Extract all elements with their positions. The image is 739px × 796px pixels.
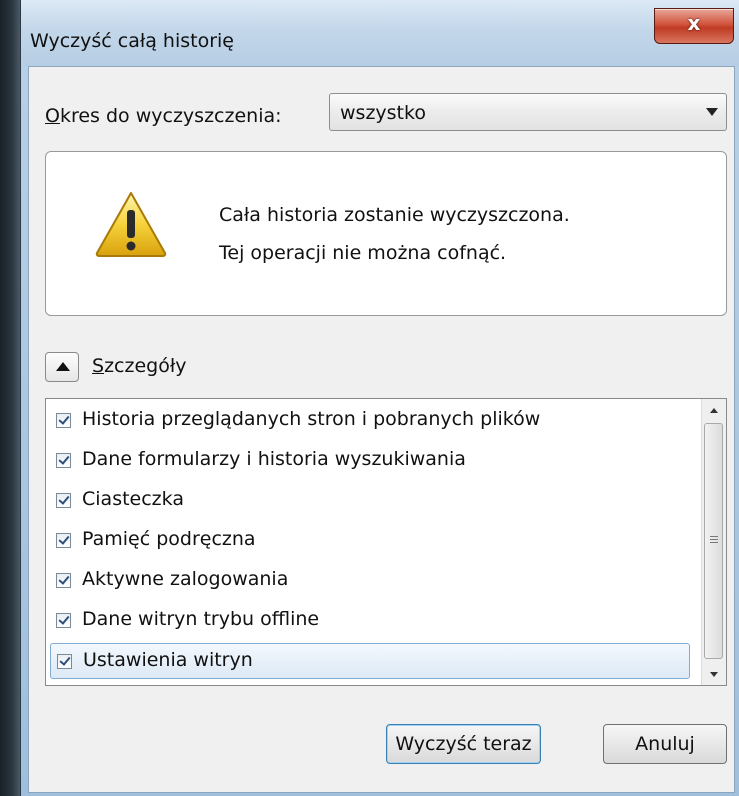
list-item-site-preferences[interactable]: Ustawienia witryn bbox=[50, 643, 690, 679]
period-label: Okres do wyczyszczenia: bbox=[45, 105, 282, 127]
details-label-accesskey: S bbox=[92, 355, 105, 377]
item-label: Ustawienia witryn bbox=[83, 649, 253, 671]
item-label: Historia przeglądanych stron i pobranych… bbox=[82, 408, 541, 430]
checkbox[interactable] bbox=[56, 613, 71, 628]
period-label-accesskey: O bbox=[45, 105, 60, 127]
items-list: Historia przeglądanych stron i pobranych… bbox=[45, 398, 727, 686]
clear-now-button[interactable]: Wyczyść teraz bbox=[386, 724, 541, 764]
period-select[interactable]: wszystko bbox=[329, 93, 727, 131]
cancel-button[interactable]: Anuluj bbox=[603, 724, 727, 764]
arrow-down-icon bbox=[710, 672, 718, 677]
checkbox[interactable] bbox=[56, 413, 71, 428]
chevron-up-icon bbox=[56, 362, 70, 371]
scrollbar-thumb[interactable] bbox=[704, 423, 723, 659]
list-item-cache[interactable]: Pamięć podręczna bbox=[50, 523, 690, 559]
checkbox[interactable] bbox=[57, 654, 72, 669]
warning-text-line2: Tej operacji nie można cofnąć. bbox=[219, 242, 507, 264]
period-select-value: wszystko bbox=[340, 102, 426, 124]
item-label: Aktywne zalogowania bbox=[82, 568, 289, 590]
period-label-text: kres do wyczyszczenia: bbox=[59, 105, 282, 127]
details-label-text: zczegóły bbox=[104, 355, 187, 377]
list-item-active-logins[interactable]: Aktywne zalogowania bbox=[50, 563, 690, 599]
dialog-content: Okres do wyczyszczenia: wszystko Cała hi… bbox=[28, 66, 735, 793]
warning-triangle-icon bbox=[95, 192, 167, 257]
item-label: Ciasteczka bbox=[82, 488, 184, 510]
warning-box: Cała historia zostanie wyczyszczona. Tej… bbox=[45, 151, 727, 316]
warning-text-line1: Cała historia zostanie wyczyszczona. bbox=[219, 204, 570, 226]
grip-icon bbox=[710, 536, 718, 537]
checkbox[interactable] bbox=[56, 533, 71, 548]
list-item-offline-data[interactable]: Dane witryn trybu offline bbox=[50, 603, 690, 639]
scroll-up-button[interactable] bbox=[702, 399, 726, 421]
details-label[interactable]: Szczegóły bbox=[92, 355, 186, 377]
desktop-background bbox=[0, 0, 20, 796]
dropdown-arrow-icon bbox=[706, 108, 718, 116]
item-label: Dane witryn trybu offline bbox=[82, 608, 320, 630]
close-button[interactable]: x bbox=[654, 8, 734, 44]
checkbox[interactable] bbox=[56, 573, 71, 588]
list-item-browsing-history[interactable]: Historia przeglądanych stron i pobranych… bbox=[50, 403, 690, 439]
window-title: Wyczyść całą historię bbox=[30, 30, 234, 52]
title-bar[interactable]: Wyczyść całą historię x bbox=[21, 0, 739, 66]
vertical-scrollbar[interactable] bbox=[701, 399, 726, 685]
scroll-down-button[interactable] bbox=[702, 663, 726, 685]
checkbox[interactable] bbox=[56, 493, 71, 508]
details-toggle-button[interactable] bbox=[45, 352, 79, 382]
list-item-form-history[interactable]: Dane formularzy i historia wyszukiwania bbox=[50, 443, 690, 479]
close-icon: x bbox=[687, 11, 701, 35]
item-label: Dane formularzy i historia wyszukiwania bbox=[82, 448, 466, 470]
list-item-cookies[interactable]: Ciasteczka bbox=[50, 483, 690, 519]
item-label: Pamięć podręczna bbox=[82, 528, 256, 550]
arrow-up-icon bbox=[710, 408, 718, 413]
checkbox[interactable] bbox=[56, 453, 71, 468]
clear-history-dialog: Wyczyść całą historię x Okres do wyczysz… bbox=[20, 0, 739, 796]
